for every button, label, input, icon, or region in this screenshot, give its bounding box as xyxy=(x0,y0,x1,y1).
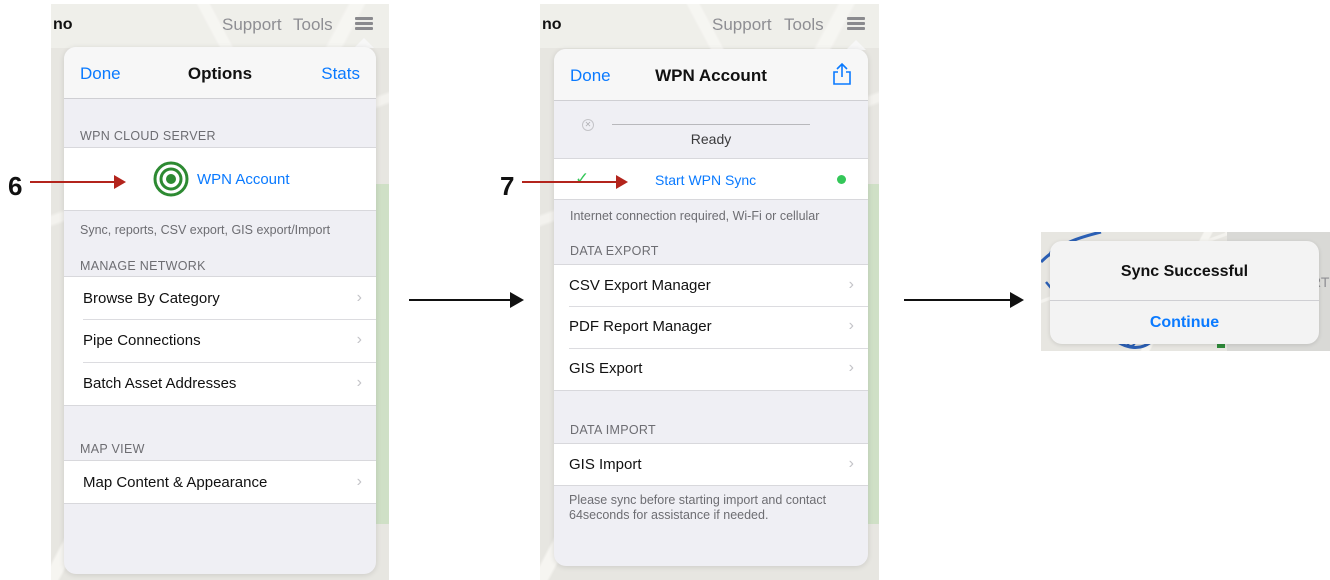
alert-divider xyxy=(1050,300,1319,301)
section-header-map: MAP VIEW xyxy=(80,442,145,456)
continue-button[interactable]: Continue xyxy=(1050,314,1319,332)
row-separator xyxy=(83,319,376,320)
row-separator xyxy=(569,306,868,307)
tools-link[interactable]: Tools xyxy=(293,15,333,35)
sync-status-dot-icon xyxy=(837,175,846,184)
chevron-right-icon: › xyxy=(356,331,362,348)
top-toolbar: no Support Tools xyxy=(51,4,389,48)
section-header-cloud: WPN CLOUD SERVER xyxy=(80,129,216,143)
chevron-right-icon: › xyxy=(356,289,362,306)
section-header-manage: MANAGE NETWORK xyxy=(80,259,206,273)
chevron-right-icon: › xyxy=(848,317,854,334)
chevron-right-icon: › xyxy=(848,359,854,376)
step-number-7: 7 xyxy=(500,171,515,201)
chevron-right-icon: › xyxy=(356,473,362,490)
section-header-export: DATA EXPORT xyxy=(570,244,659,258)
top-toolbar: no Support Tools xyxy=(540,4,879,48)
start-wpn-sync-row[interactable]: ✓ Start WPN Sync xyxy=(554,158,868,200)
cloud-footer-note: Sync, reports, CSV export, GIS export/Im… xyxy=(80,223,331,237)
menu-icon[interactable] xyxy=(355,17,373,31)
flow-arrow-2 xyxy=(904,292,1024,308)
row-label: PDF Report Manager xyxy=(569,318,712,335)
row-separator xyxy=(569,348,868,349)
stats-button[interactable]: Stats xyxy=(321,64,360,84)
checkmark-icon: ✓ xyxy=(575,169,590,188)
sync-status-text: Ready xyxy=(690,131,732,147)
start-sync-label: Start WPN Sync xyxy=(655,172,757,188)
screenshot-sync-alert: RT Sync Successful Continue xyxy=(1041,232,1330,351)
alert-title: Sync Successful xyxy=(1120,263,1249,280)
wpn-nav-bar: Done WPN Account xyxy=(554,49,868,101)
app-name: no xyxy=(53,16,73,33)
sync-progress-bar xyxy=(612,124,810,125)
cancel-sync-icon[interactable]: ✕ xyxy=(582,119,594,131)
chevron-right-icon: › xyxy=(356,374,362,391)
row-label: CSV Export Manager xyxy=(569,277,711,294)
menu-icon[interactable] xyxy=(847,17,865,31)
gis-export-row[interactable]: GIS Export › xyxy=(554,348,868,391)
row-label: GIS Export xyxy=(569,360,643,377)
target-icon xyxy=(153,161,189,197)
flow-arrow-1 xyxy=(409,292,524,308)
wpn-account-row[interactable]: WPN Account xyxy=(64,147,376,211)
row-label: Batch Asset Addresses xyxy=(83,375,237,392)
row-label: GIS Import xyxy=(569,456,642,473)
screenshot-options: no Support Tools Done Options Stats WPN … xyxy=(51,4,389,580)
wpn-account-title: WPN Account xyxy=(655,66,767,85)
row-label: Browse By Category xyxy=(83,290,220,307)
wpn-account-label: WPN Account xyxy=(197,171,290,188)
support-link[interactable]: Support xyxy=(222,15,282,35)
sync-progress-area: ✕ Ready xyxy=(554,102,868,158)
browse-by-category-row[interactable]: Browse By Category › xyxy=(64,276,376,319)
map-content-row[interactable]: Map Content & Appearance › xyxy=(64,460,376,504)
options-popover: Done Options Stats WPN CLOUD SERVER WPN … xyxy=(64,47,376,574)
wpn-account-popover: Done WPN Account ✕ Ready ✓ Start WPN Syn… xyxy=(554,49,868,566)
support-link[interactable]: Support xyxy=(712,15,772,35)
row-separator xyxy=(83,362,376,363)
pdf-report-row[interactable]: PDF Report Manager › xyxy=(554,306,868,348)
pipe-connections-row[interactable]: Pipe Connections › xyxy=(64,319,376,362)
step-number-6: 6 xyxy=(8,171,23,201)
sync-footer-note: Internet connection required, Wi-Fi or c… xyxy=(570,209,820,223)
annotation-arrow-7 xyxy=(522,175,628,189)
app-name: no xyxy=(542,16,562,33)
screenshot-wpn-account: no Support Tools Done WPN Account ✕ Read… xyxy=(540,4,879,580)
batch-asset-addresses-row[interactable]: Batch Asset Addresses › xyxy=(64,362,376,406)
share-icon[interactable] xyxy=(832,62,852,86)
options-nav-bar: Done Options Stats xyxy=(64,47,376,99)
section-header-import: DATA IMPORT xyxy=(570,423,656,437)
chevron-right-icon: › xyxy=(848,276,854,293)
sync-successful-alert: Sync Successful Continue xyxy=(1050,241,1319,344)
csv-export-row[interactable]: CSV Export Manager › xyxy=(554,264,868,306)
row-label: Pipe Connections xyxy=(83,332,201,349)
chevron-right-icon: › xyxy=(848,455,854,472)
import-footer-note: Please sync before starting import and c… xyxy=(569,493,827,522)
annotation-arrow-6 xyxy=(30,175,126,189)
row-label: Map Content & Appearance xyxy=(83,474,268,491)
gis-import-row[interactable]: GIS Import › xyxy=(554,443,868,486)
tools-link[interactable]: Tools xyxy=(784,15,824,35)
